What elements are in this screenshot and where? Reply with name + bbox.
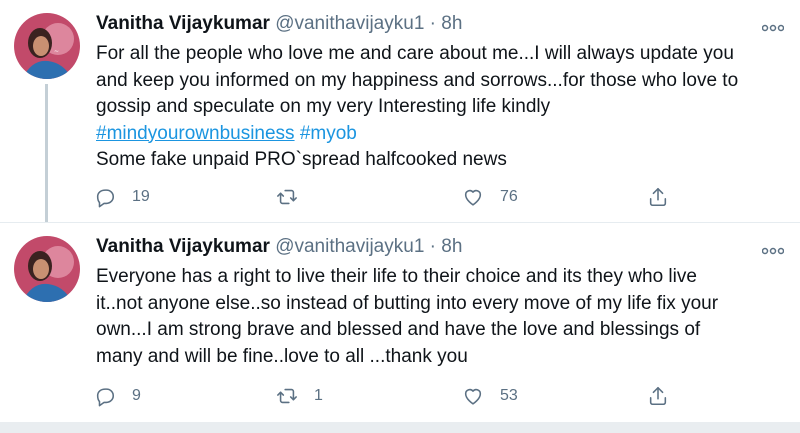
hashtag-link[interactable]: #myob [300,123,357,144]
like-count: 76 [500,188,518,205]
hashtag-link[interactable]: #mindyourownbusiness [96,123,295,144]
share-icon [649,386,667,406]
hashtag-line: #mindyourownbusiness #myob [96,121,786,148]
like-button[interactable]: 76 [462,186,518,208]
retweet-icon [277,388,297,404]
tweet-actions: 9 1 53 [94,385,694,409]
timestamp[interactable]: 8h [441,13,462,34]
author-handle[interactable]: @vanithavijayku1 [275,236,424,257]
reply-button[interactable]: 9 [94,385,141,407]
share-button[interactable] [647,385,669,407]
tweet-text-line: it..not anyone else..so instead of butti… [96,292,719,314]
timestamp[interactable]: 8h [441,236,462,257]
reply-icon [96,388,115,407]
author-name[interactable]: Vanitha Vijaykumar [96,236,270,257]
more-icon[interactable] [761,12,785,38]
reply-icon [96,189,115,208]
tweet-text-line: Some fake unpaid PRO`spread halfcooked n… [96,149,507,170]
like-button[interactable]: 53 [462,385,518,407]
retweet-button[interactable]: 1 [276,385,323,407]
share-button[interactable] [647,186,669,208]
tweet-1[interactable]: ~ Vanitha Vijaykumar @vanithavijayku1 · … [0,0,800,224]
tweet-header: Vanitha Vijaykumar @vanithavijayku1 · 8h [96,235,462,259]
separator-dot: · [429,13,436,34]
tweet-text-line: Everyone has a right to live their life … [96,266,697,287]
reply-button[interactable]: 19 [94,186,150,208]
author-name[interactable]: Vanitha Vijaykumar [96,13,270,34]
tweet-text-line: For all the people who love me and care … [96,43,734,64]
more-icon[interactable] [761,235,785,261]
reply-count: 9 [132,387,141,404]
tweet-2[interactable]: Vanitha Vijaykumar @vanithavijayku1 · 8h… [0,222,800,423]
svg-text:~: ~ [54,48,59,55]
reply-count: 19 [132,188,150,205]
tweet-text-line: and keep you informed on my happiness an… [96,69,739,91]
avatar[interactable]: ~ [14,13,80,79]
tweet-text-line: own...I am strong brave and blessed and … [96,319,701,340]
timeline-divider [0,422,800,433]
retweet-icon [277,189,297,205]
tweet-text: For all the people who love me and care … [96,41,786,174]
heart-icon [464,388,482,405]
separator-dot: · [429,236,436,257]
avatar[interactable] [14,236,80,302]
tweet-text-line: gossip and speculate on my very Interest… [96,96,551,117]
heart-icon [464,189,482,206]
tweet-text-line: many and will be fine..love to all ...th… [96,345,468,367]
author-handle[interactable]: @vanithavijayku1 [275,13,424,34]
tweet-actions: 19 76 [94,186,694,210]
retweet-count: 1 [314,387,323,404]
like-count: 53 [500,387,518,404]
retweet-button[interactable] [276,186,314,208]
tweet-header: Vanitha Vijaykumar @vanithavijayku1 · 8h [96,12,462,36]
tweet-text: Everyone has a right to live their life … [96,264,786,370]
share-icon [649,187,667,207]
thread-connector-line [45,84,48,224]
